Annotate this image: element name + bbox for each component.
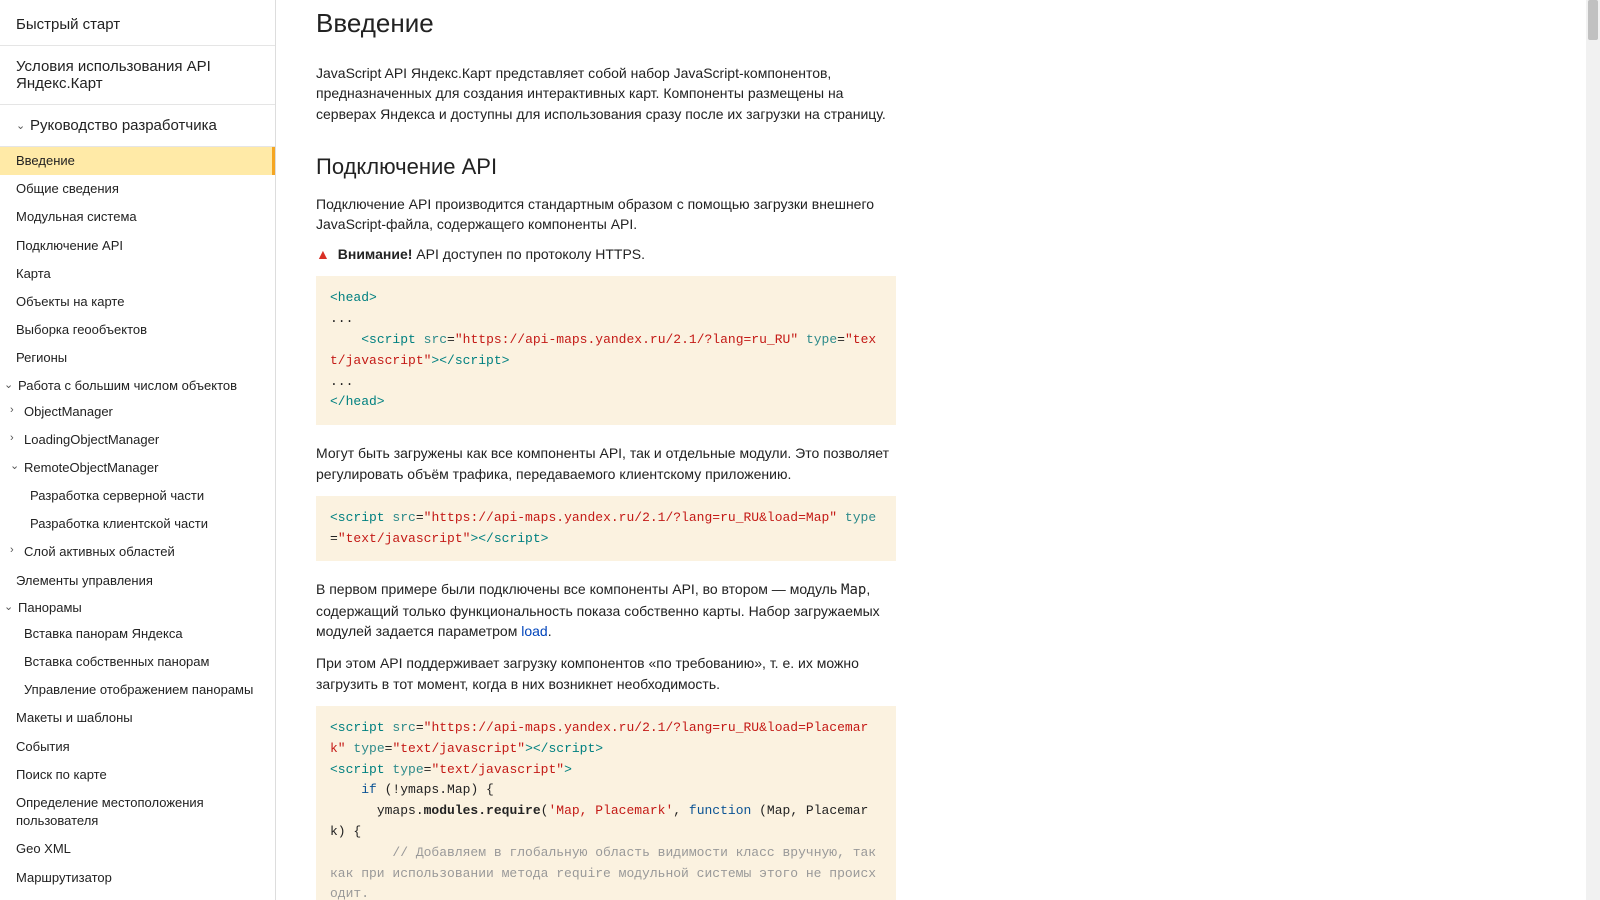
section-heading-connect-api: Подключение API [316,154,896,180]
chevron-down-icon: ⌄ [16,119,26,132]
on-demand-paragraph: При этом API поддерживает загрузку компо… [316,653,896,694]
connect-paragraph: Подключение API производится стандартным… [316,194,896,235]
page-title: Введение [316,8,896,39]
sidebar-item-custom-panoramas[interactable]: Вставка собственных панорам [0,648,275,676]
sidebar-item-label: RemoteObjectManager [24,459,158,477]
module-name: Map [841,582,866,598]
sidebar-item-quickstart[interactable]: Быстрый старт [0,4,275,46]
sidebar-item-geolink[interactable]: Геоссылка [0,892,275,900]
code-block-2: <script src="https://api-maps.yandex.ru/… [316,496,896,562]
sidebar-item-loading-object-manager[interactable]: › LoadingObjectManager [0,426,275,454]
sidebar-group-label: Панорамы [18,600,82,615]
sidebar-item-regions[interactable]: Регионы [0,344,275,372]
sidebar-item-yandex-panoramas[interactable]: Вставка панорам Яндекса [0,620,275,648]
sidebar-item-general[interactable]: Общие сведения [0,175,275,203]
sidebar-section-dev-guide[interactable]: ⌄ Руководство разработчика [0,105,275,147]
sidebar-item-object-manager[interactable]: › ObjectManager [0,398,275,426]
load-param-link[interactable]: load [521,623,547,639]
alert-label: Внимание! [338,246,413,262]
sidebar-item-panorama-display[interactable]: Управление отображением панорамы [0,676,275,704]
code-block-3: <script src="https://api-maps.yandex.ru/… [316,706,896,900]
sidebar-item-intro[interactable]: Введение [0,147,275,175]
sidebar-item-modular[interactable]: Модульная система [0,203,275,231]
chevron-down-icon: ⌄ [10,459,20,477]
sidebar-item-label: LoadingObjectManager [24,431,159,449]
sidebar-item-objects-on-map[interactable]: Объекты на карте [0,288,275,316]
sidebar-section-label: Руководство разработчика [30,117,217,134]
sidebar-item-geoxml[interactable]: Geo XML [0,835,275,863]
intro-paragraph: JavaScript API Яндекс.Карт представляет … [316,63,896,124]
sidebar-item-terms[interactable]: Условия использования API Яндекс.Карт [0,46,275,105]
sidebar-item-map-search[interactable]: Поиск по карте [0,761,275,789]
chevron-right-icon: › [10,431,20,449]
sidebar-item-label: Слой активных областей [24,543,175,561]
scrollbar-thumb[interactable] [1588,0,1598,40]
warning-icon: ▲ [316,246,330,262]
sidebar-item-label: ObjectManager [24,403,113,421]
sidebar-item-server-dev[interactable]: Разработка серверной части [0,482,275,510]
chevron-down-icon: ⌄ [4,378,14,391]
alert-text: API доступен по протоколу HTTPS. [412,246,645,262]
sidebar-item-events[interactable]: События [0,733,275,761]
chevron-down-icon: ⌄ [4,600,14,613]
sidebar-group-panoramas[interactable]: ⌄ Панорамы [0,595,275,620]
sidebar-item-router[interactable]: Маршрутизатор [0,864,275,892]
modules-paragraph: Могут быть загружены как все компоненты … [316,443,896,484]
sidebar-group-big-objects[interactable]: ⌄ Работа с большим числом объектов [0,373,275,398]
chevron-right-icon: › [10,403,20,421]
sidebar-item-client-dev[interactable]: Разработка клиентской части [0,510,275,538]
sidebar-item-controls[interactable]: Элементы управления [0,567,275,595]
chevron-right-icon: › [10,543,20,561]
page-scrollbar[interactable] [1586,0,1600,900]
warning-alert: ▲ Внимание! API доступен по протоколу HT… [316,246,896,262]
main-content: Введение JavaScript API Яндекс.Карт пред… [276,0,1600,900]
example-explanation: В первом примере были подключены все ком… [316,579,896,641]
sidebar-item-layouts[interactable]: Макеты и шаблоны [0,704,275,732]
sidebar-item-map[interactable]: Карта [0,260,275,288]
sidebar-nav: Быстрый старт Условия использования API … [0,0,276,900]
sidebar-item-active-layer[interactable]: › Слой активных областей [0,538,275,566]
sidebar-item-connect-api[interactable]: Подключение API [0,232,275,260]
code-block-1: <head> ... <script src="https://api-maps… [316,276,896,425]
sidebar-item-geo-selection[interactable]: Выборка геообъектов [0,316,275,344]
sidebar-item-geolocation[interactable]: Определение местоположения пользователя [0,789,275,835]
sidebar-group-label: Работа с большим числом объектов [18,378,237,393]
sidebar-item-remote-object-manager[interactable]: ⌄ RemoteObjectManager [0,454,275,482]
